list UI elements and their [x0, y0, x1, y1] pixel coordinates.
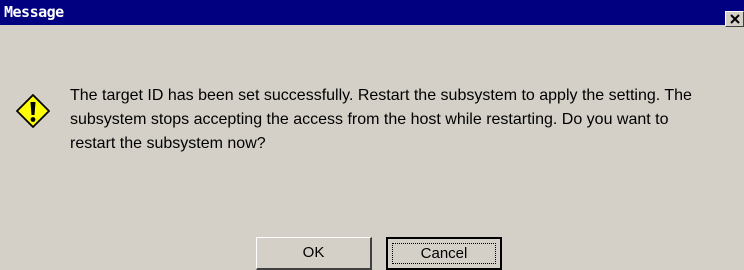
ok-button-label: OK	[302, 244, 325, 261]
dialog-body: The target ID has been set successfully.…	[0, 25, 744, 270]
message-text: The target ID has been set successfully.…	[70, 87, 692, 152]
cancel-button-label: Cancel	[420, 245, 468, 262]
dialog-title: Message	[4, 3, 64, 21]
ok-button[interactable]: OK	[256, 237, 372, 270]
close-icon	[730, 14, 740, 24]
warning-icon	[16, 94, 50, 128]
cancel-button[interactable]: Cancel	[386, 237, 502, 270]
title-bar[interactable]: Message	[0, 0, 744, 27]
message-dialog: Message The target ID has been set succe…	[0, 0, 744, 270]
